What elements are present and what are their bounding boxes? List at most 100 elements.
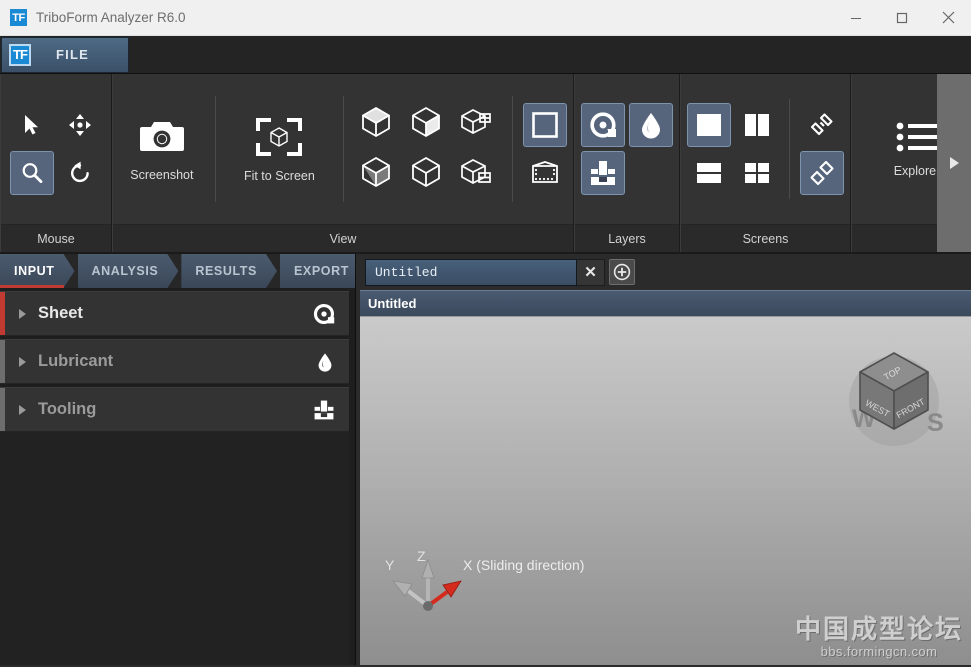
right-panel: Untitled ✕ Untitled W S TOP WEST FRONT Y… — [360, 254, 971, 665]
breadcrumb-results[interactable]: RESULTS — [181, 254, 277, 288]
explorer-label: Explorer — [893, 164, 941, 178]
sidebar-item-tooling-icon-wrap — [313, 399, 335, 421]
screen-unlink-views[interactable] — [800, 151, 844, 195]
tool-zoom[interactable] — [10, 151, 54, 195]
four-pane-icon — [745, 163, 769, 183]
main-area: INPUT ANALYSIS RESULTS EXPORT Sheet Lubr… — [0, 254, 971, 665]
file-menu-bar: TF FILE — [0, 36, 971, 74]
camera-icon — [139, 122, 184, 151]
view-clipping-box-button[interactable] — [523, 151, 567, 195]
link-views-icon — [810, 113, 833, 136]
add-circle-icon — [613, 263, 631, 281]
screen-two-rows[interactable] — [687, 151, 731, 195]
screen-two-columns[interactable] — [735, 103, 779, 147]
ribbon-group-mouse: Mouse — [0, 74, 112, 252]
view-open-top-button[interactable] — [454, 100, 498, 144]
screen-single-pane[interactable] — [687, 103, 731, 147]
breadcrumb-input-label: INPUT — [14, 264, 55, 278]
document-tab-label: Untitled — [375, 264, 438, 280]
maximize-icon — [896, 12, 908, 23]
maximize-button[interactable] — [879, 0, 925, 36]
sidebar-item-lubricant[interactable]: Lubricant — [0, 339, 349, 384]
add-document-button[interactable] — [609, 259, 635, 285]
close-icon: ✕ — [584, 264, 597, 281]
sheet-coil-icon — [590, 112, 616, 138]
layer-sheet-toggle[interactable] — [581, 103, 625, 147]
fit-to-screen-label: Fit to Screen — [243, 169, 315, 183]
ribbon-group-screens-title: Screens — [681, 224, 850, 252]
sidebar-item-lubricant-label: Lubricant — [38, 352, 114, 370]
tool-pan[interactable] — [58, 103, 102, 147]
view-front-button[interactable] — [404, 150, 448, 194]
tool-select-cursor[interactable] — [10, 103, 54, 147]
breadcrumb-input[interactable]: INPUT — [0, 254, 75, 288]
sidebar-item-sheet-label: Sheet — [38, 304, 83, 322]
sidebar-item-tooling[interactable]: Tooling — [0, 387, 349, 432]
screenshot-button[interactable]: Screenshot — [119, 90, 205, 208]
tool-rotate[interactable] — [58, 151, 102, 195]
file-tab-logo: TF — [9, 43, 31, 66]
layer-tooling-toggle[interactable] — [581, 151, 625, 195]
ribbon-expand-button[interactable] — [937, 74, 971, 252]
cube-isometric-icon — [362, 106, 390, 138]
minimize-button[interactable] — [833, 0, 879, 36]
viewport-title: Untitled — [368, 296, 417, 311]
breadcrumb-analysis[interactable]: ANALYSIS — [78, 254, 179, 288]
cube-open-top-icon — [461, 109, 491, 134]
view-divider-3 — [512, 96, 513, 202]
sidebar-item-sheet-icon-wrap — [313, 303, 335, 325]
chevron-right-icon — [19, 356, 26, 367]
left-panel: INPUT ANALYSIS RESULTS EXPORT Sheet Lubr… — [0, 254, 356, 665]
two-column-pane-icon — [745, 114, 769, 136]
layer-lubricant-toggle[interactable] — [629, 103, 673, 147]
view-divider-1 — [214, 96, 216, 202]
document-tab-untitled[interactable]: Untitled — [365, 258, 577, 286]
axis-triad: Y Z X (Sliding direction) — [385, 548, 615, 623]
cube-bottom-icon — [362, 156, 390, 188]
lubricant-drop-icon — [318, 352, 332, 372]
lubricant-drop-icon — [642, 113, 660, 139]
document-tab-bar: Untitled ✕ — [360, 254, 971, 290]
viewport-title-bar: Untitled — [360, 290, 971, 316]
sidebar-item-lubricant-icon-wrap — [315, 351, 335, 373]
ribbon-group-layers: Layers — [574, 74, 680, 252]
square-frame-icon — [532, 112, 558, 138]
view-open-front-button[interactable] — [454, 150, 498, 194]
clipping-box-icon — [532, 161, 558, 183]
breadcrumb-export[interactable]: EXPORT — [280, 254, 355, 288]
z-axis-arrow — [421, 558, 435, 606]
view-iso-button[interactable] — [354, 100, 398, 144]
screen-link-views[interactable] — [800, 103, 844, 147]
pan-move-icon — [69, 114, 91, 136]
sidebar-item-sheet[interactable]: Sheet — [0, 291, 349, 336]
compass-south-label: S — [927, 409, 944, 437]
fit-to-screen-button[interactable]: Fit to Screen — [226, 90, 334, 208]
file-tab-label: FILE — [56, 47, 89, 62]
file-tab[interactable]: TF FILE — [1, 36, 129, 73]
view-top-button[interactable] — [404, 100, 448, 144]
document-tab-close-button[interactable]: ✕ — [577, 258, 605, 286]
close-button[interactable] — [925, 0, 971, 36]
watermark-url-text: bbs.formingcn.com — [820, 644, 938, 659]
view-bottom-button[interactable] — [354, 150, 398, 194]
screens-layout-grid — [687, 103, 779, 195]
rotate-icon — [71, 161, 89, 183]
forum-watermark: 中国成型论坛 bbs.formingcn.com — [795, 615, 963, 659]
cube-top-icon — [412, 106, 440, 138]
view-extra-stack — [522, 103, 567, 195]
breadcrumb-analysis-label: ANALYSIS — [91, 264, 159, 278]
screens-link-stack — [800, 103, 844, 195]
breadcrumb-results-label: RESULTS — [195, 264, 257, 278]
sidebar-empty-area — [0, 432, 349, 665]
view-frame-button[interactable] — [522, 103, 567, 147]
cursor-arrow-icon — [25, 115, 38, 135]
app-logo: TF — [10, 9, 27, 26]
tooling-press-icon — [591, 161, 615, 185]
bulleted-list-icon — [896, 122, 938, 152]
two-row-pane-icon — [697, 163, 721, 183]
sidebar-item-tooling-label: Tooling — [38, 400, 97, 418]
view-cube[interactable]: W S TOP WEST FRONT — [835, 339, 953, 462]
screen-four-panes[interactable] — [735, 151, 779, 195]
sidebar-item-tooling-marker — [0, 388, 5, 431]
viewport-3d[interactable]: W S TOP WEST FRONT Y Z X (Sliding direct… — [360, 316, 971, 665]
